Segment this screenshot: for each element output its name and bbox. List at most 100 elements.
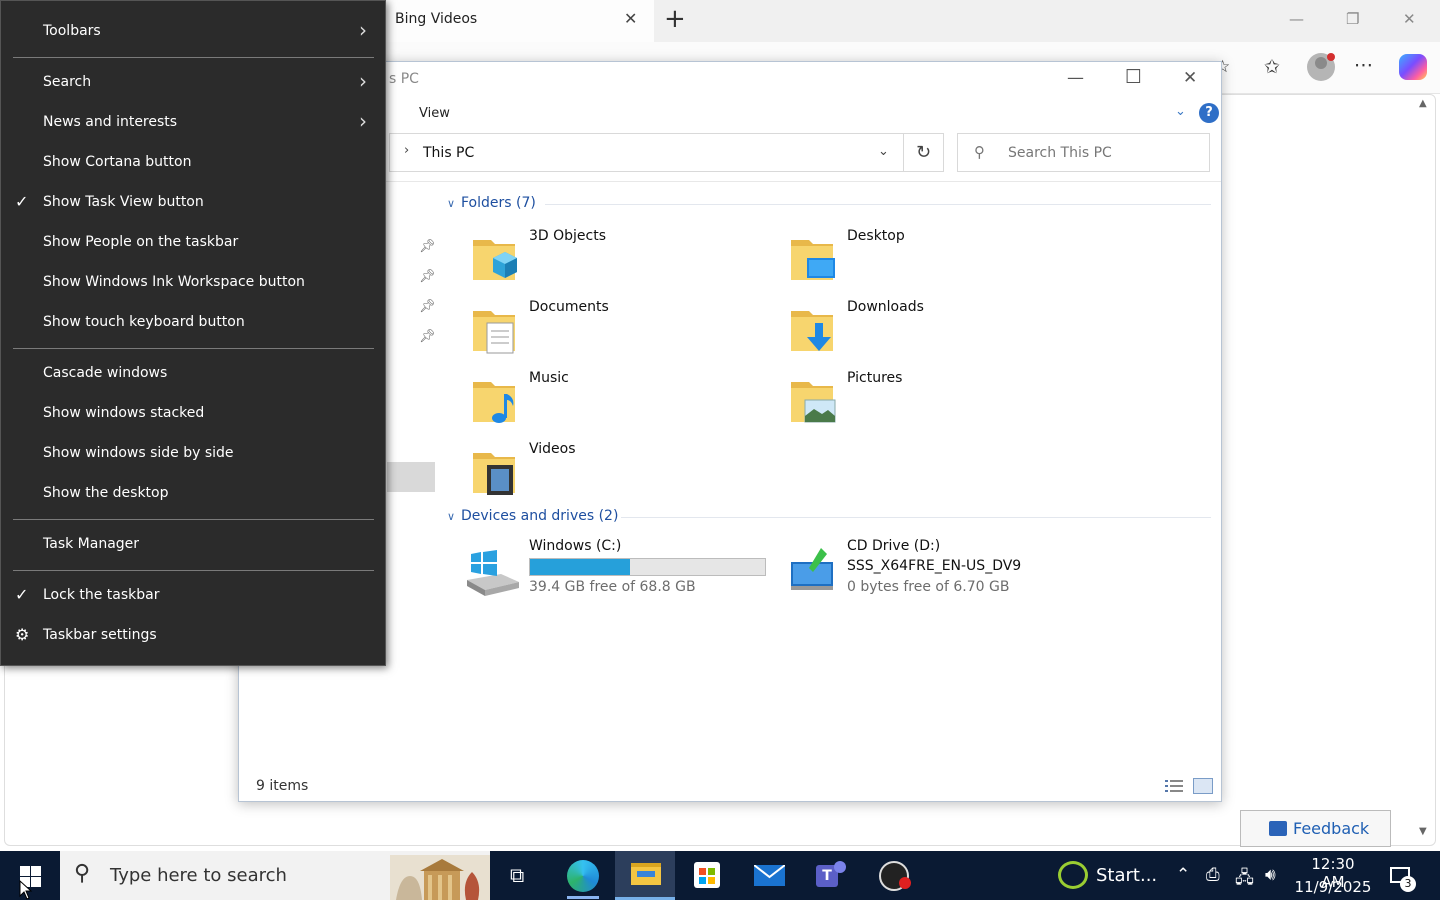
volume-icon[interactable]: 🔊︎	[1265, 865, 1276, 885]
menu-item-show-touch-keyboard[interactable]: Show touch keyboard button	[1, 303, 385, 343]
meet-now-icon[interactable]: ⎙	[1206, 865, 1220, 885]
task-view-button[interactable]: ⧉	[490, 851, 550, 900]
taskbar-store[interactable]	[677, 851, 737, 900]
taskbar-search-input[interactable]: Type here to search	[110, 865, 287, 886]
more-options-icon[interactable]: ⋯	[1354, 54, 1373, 76]
close-window-icon[interactable]: ✕	[1403, 10, 1416, 28]
menu-item-task-manager[interactable]: Task Manager	[1, 525, 385, 565]
scroll-up-icon[interactable]: ▲	[1419, 98, 1427, 109]
address-path[interactable]: This PC	[423, 145, 474, 161]
ribbon-tab-view[interactable]: View	[419, 106, 450, 121]
menu-item-cascade-windows[interactable]: Cascade windows	[1, 354, 385, 394]
explorer-minimize-icon[interactable]: —	[1067, 68, 1084, 88]
pictures-folder-icon	[791, 382, 836, 423]
menu-item-search[interactable]: Search ›	[1, 63, 385, 103]
search-icon: ⚲	[74, 861, 91, 886]
menu-item-windows-stacked[interactable]: Show windows stacked	[1, 394, 385, 434]
videos-folder-icon	[473, 453, 515, 495]
taskbar-mail[interactable]	[739, 851, 799, 900]
cd-drive-icon	[791, 548, 833, 590]
new-tab-button[interactable]: +	[664, 4, 686, 34]
feedback-button[interactable]: Feedback	[1240, 810, 1391, 847]
menu-separator	[13, 57, 374, 58]
menu-item-lock-taskbar[interactable]: ✓ Lock the taskbar	[1, 576, 385, 616]
taskbar-edge[interactable]	[553, 851, 613, 900]
taskbar-context-menu: Toolbars › Search › News and interests › Sh…	[0, 0, 386, 666]
explorer-maximize-icon[interactable]: ☐	[1125, 66, 1142, 88]
documents-folder-icon	[473, 311, 515, 354]
menu-item-show-cortana-button[interactable]: Show Cortana button	[1, 143, 385, 183]
search-input[interactable]: Search This PC	[1008, 145, 1112, 161]
expand-ribbon-icon[interactable]: ⌄	[1175, 104, 1186, 119]
pin-icon[interactable]: 📌︎	[419, 239, 436, 254]
search-icon: ⚲	[974, 143, 985, 161]
folder-documents[interactable]: Documents	[471, 297, 771, 361]
search-box[interactable]: ⚲ Search This PC	[957, 133, 1210, 172]
restore-icon[interactable]: ❐	[1346, 10, 1359, 28]
task-view-icon: ⧉	[510, 863, 525, 887]
drive-usage-fill	[530, 559, 631, 575]
store-icon	[694, 862, 720, 888]
explorer-close-icon[interactable]: ✕	[1183, 68, 1197, 88]
favorites-icon[interactable]: ✩	[1264, 56, 1280, 78]
menu-item-show-ink-workspace[interactable]: Show Windows Ink Workspace button	[1, 263, 385, 303]
windows-drive-icon	[467, 550, 519, 596]
network-icon[interactable]: 🖧︎	[1235, 865, 1254, 894]
profile-avatar[interactable]	[1307, 53, 1335, 81]
folder-3d-objects[interactable]: 3D Objects	[471, 226, 771, 290]
show-hidden-icons-icon[interactable]: ⌃	[1176, 865, 1190, 885]
nav-pane-selected-item[interactable]	[387, 462, 435, 492]
folder-pictures[interactable]: Pictures	[789, 368, 1089, 432]
group-divider	[545, 204, 1211, 205]
submenu-chevron-icon: ›	[359, 18, 367, 42]
folder-videos[interactable]: Videos	[471, 439, 771, 503]
pin-icon[interactable]: 📌︎	[419, 269, 436, 284]
pin-icon[interactable]: 📌︎	[419, 329, 436, 344]
menu-item-taskbar-settings[interactable]: ⚙ Taskbar settings	[1, 616, 385, 656]
start-app-icon	[1058, 861, 1088, 889]
menu-item-windows-side-by-side[interactable]: Show windows side by side	[1, 434, 385, 474]
status-item-count: 9 items	[256, 778, 309, 794]
copilot-icon[interactable]	[1399, 54, 1427, 80]
close-tab-icon[interactable]: ✕	[624, 9, 637, 28]
folder-downloads[interactable]: Downloads	[789, 297, 1089, 361]
folders-group-header[interactable]: ∨ Folders (7)	[447, 195, 536, 211]
pin-icon[interactable]: 📌︎	[419, 299, 436, 314]
details-view-icon[interactable]	[1165, 779, 1183, 793]
menu-item-show-task-view-button[interactable]: ✓ Show Task View button	[1, 183, 385, 223]
explorer-ribbon: View ⌄ ?	[239, 98, 1221, 130]
address-dropdown-icon[interactable]: ⌄	[878, 144, 889, 159]
minimize-icon[interactable]: —	[1289, 10, 1304, 28]
breadcrumb-chevron-icon[interactable]: ›	[404, 143, 409, 158]
feedback-icon	[1269, 821, 1287, 836]
menu-item-news-and-interests[interactable]: News and interests ›	[1, 103, 385, 143]
edge-tab-title: Bing Videos	[395, 11, 478, 27]
folder-music[interactable]: Music	[471, 368, 771, 432]
large-icons-view-icon[interactable]	[1193, 778, 1213, 794]
group-divider	[621, 517, 1211, 518]
devices-group-header[interactable]: ∨ Devices and drives (2)	[447, 508, 618, 524]
taskbar-teams[interactable]: T	[801, 851, 861, 900]
taskbar-file-explorer[interactable]	[615, 851, 675, 900]
taskbar-search-box[interactable]: ⚲ Type here to search	[60, 851, 490, 900]
folder-desktop[interactable]: Desktop	[789, 226, 1089, 290]
scroll-down-icon[interactable]: ▼	[1419, 826, 1427, 837]
menu-separator	[13, 570, 374, 571]
clock-date[interactable]: 11/9/2025	[1294, 878, 1372, 896]
address-bar[interactable]: › This PC ⌄	[389, 133, 904, 172]
desktop-folder-icon	[791, 240, 835, 280]
taskbar-start-app[interactable]: Start...	[1056, 851, 1176, 900]
collapse-chevron-icon: ∨	[447, 197, 456, 210]
taskbar-obs[interactable]	[863, 851, 923, 900]
edge-tab-bing-videos[interactable]: Bing Videos ✕	[384, 0, 654, 42]
drive-windows-c[interactable]: Windows (C:) 39.4 GB free of 68.8 GB	[465, 538, 775, 602]
menu-item-toolbars[interactable]: Toolbars ›	[1, 12, 385, 52]
drive-cd-d[interactable]: CD Drive (D:) SSS_X64FRE_EN-US_DV9 0 byt…	[789, 538, 1149, 602]
action-center-button[interactable]: 3	[1388, 863, 1420, 893]
refresh-button[interactable]: ↻	[904, 133, 944, 172]
menu-item-show-people[interactable]: Show People on the taskbar	[1, 223, 385, 263]
menu-item-show-desktop[interactable]: Show the desktop	[1, 474, 385, 514]
downloads-folder-icon	[791, 311, 833, 351]
edge-icon	[567, 860, 599, 892]
help-icon[interactable]: ?	[1199, 103, 1219, 123]
